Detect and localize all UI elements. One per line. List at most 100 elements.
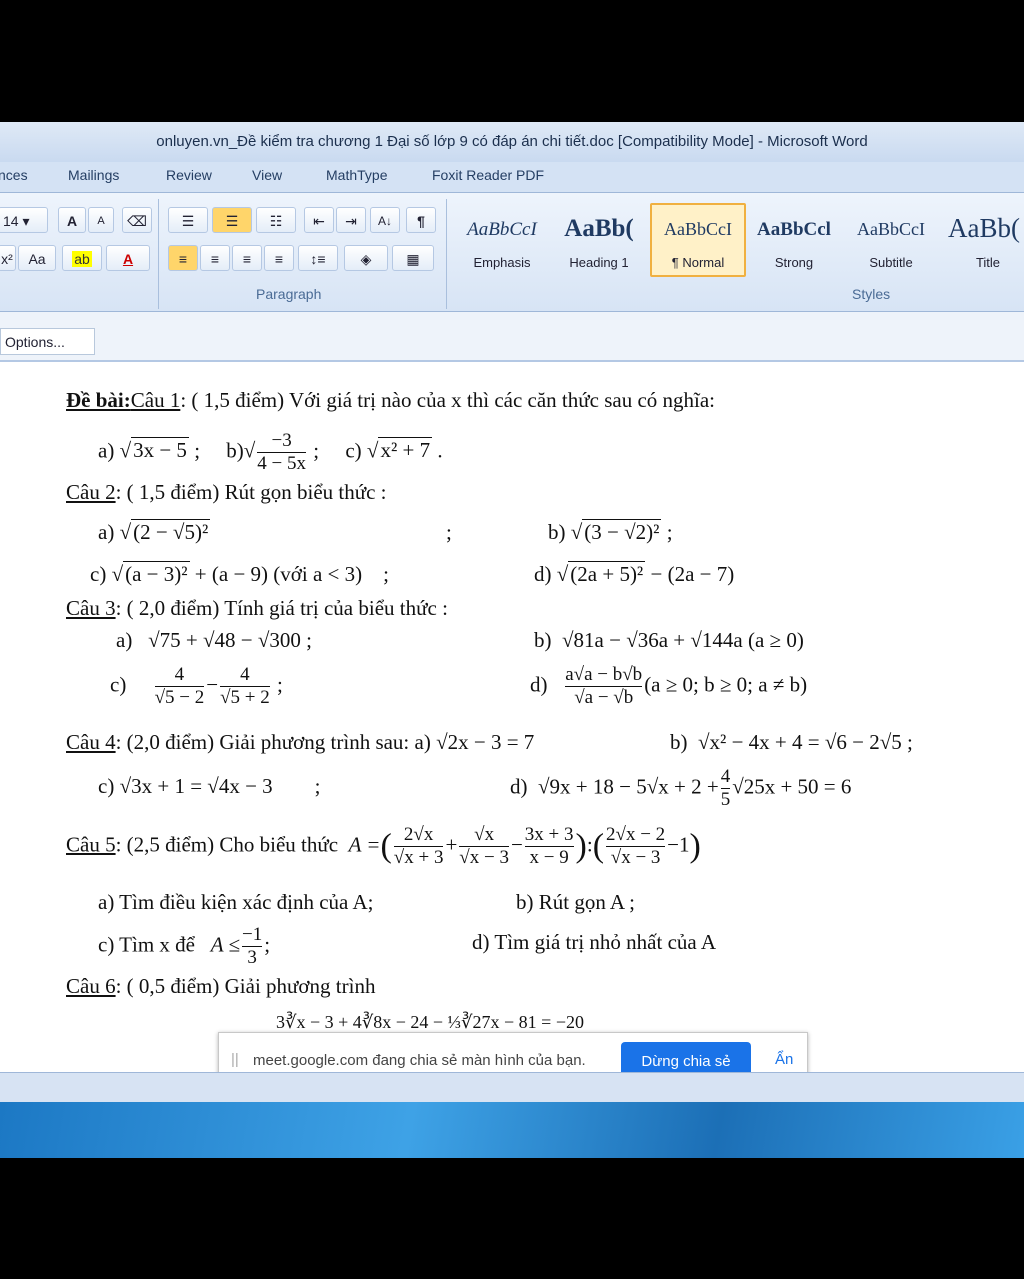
fraction: −1 3 — [242, 924, 263, 969]
formula: √3x + 1 = √4x − 3 — [119, 774, 273, 798]
question-4: Câu 4: (2,0 điểm) Giải phương trình sau:… — [66, 730, 534, 755]
ribbon-tabs: nces Mailings Review View MathType Foxit… — [0, 162, 1024, 193]
denominator: √5 − 2 — [154, 687, 205, 708]
question-label: Câu 3 — [66, 596, 116, 620]
tab-references[interactable]: nces — [0, 167, 28, 183]
tab-foxit[interactable]: Foxit Reader PDF — [432, 167, 544, 183]
formula: (3 − √2)² — [582, 519, 662, 544]
formula: A ≤ — [210, 932, 240, 957]
denominator: 5 — [720, 789, 731, 810]
style-name: Subtitle — [869, 255, 913, 270]
tab-review[interactable]: Review — [166, 167, 212, 183]
fraction: √x √x − 3 — [459, 824, 509, 869]
change-case-button[interactable]: Aa — [18, 245, 56, 271]
bullets-button[interactable]: ☰ — [168, 207, 208, 233]
style-heading-1[interactable]: AaBb( Heading 1 — [553, 207, 645, 287]
numerator: 3x + 3 — [524, 824, 574, 847]
question-6-equation: 3∛x − 3 + 4∛8x − 24 − ⅓∛27x − 81 = −20 — [276, 1012, 584, 1032]
font-size-select[interactable]: 14 ▾ — [0, 207, 48, 233]
align-center-button[interactable]: ≡ — [200, 245, 230, 271]
numbered-list-icon: ☰ — [225, 213, 239, 229]
question-5b: b) Rút gọn A ; — [516, 890, 636, 914]
show-marks-button[interactable]: ¶ — [406, 207, 436, 233]
style-preview: AaBb( — [564, 215, 634, 242]
style-title[interactable]: AaBb( Title — [942, 207, 1024, 287]
question-text: : (2,0 điểm) Giải phương trình sau: a) — [115, 730, 431, 754]
increase-indent-button[interactable]: ⇥ — [336, 207, 366, 233]
multilevel-list-button[interactable]: ☷ — [256, 207, 296, 233]
numerator: −1 — [242, 924, 263, 947]
style-emphasis[interactable]: AaBbCcI Emphasis — [456, 207, 548, 287]
share-notice-text: meet.google.com đang chia sẻ màn hình củ… — [253, 1052, 586, 1069]
fraction: a√a − b√b √a − √b — [565, 664, 643, 709]
formula: (2 − √5)² — [131, 519, 211, 544]
taskbar — [0, 1102, 1024, 1158]
superscript-button[interactable]: x² — [0, 245, 16, 271]
tab-mailings[interactable]: Mailings — [68, 167, 119, 183]
line-spacing-button[interactable]: ↕≡ — [298, 245, 338, 271]
style-strong[interactable]: AaBbCcl Strong — [748, 207, 840, 287]
formula: (a − 3)² — [123, 561, 190, 586]
question-5c: c) Tìm x để A ≤ −1 3; — [98, 924, 271, 969]
formula: √2x − 3 = 7 — [436, 730, 535, 754]
shrink-font-button[interactable]: A — [88, 207, 114, 233]
question-2: Câu 2: ( 1,5 điểm) Rút gọn biểu thức : — [66, 480, 387, 505]
style-normal[interactable]: AaBbCcI ¶ Normal — [650, 203, 746, 277]
numerator: 4 — [154, 664, 205, 687]
question-text: : ( 1,5 điểm) Với giá trị nào của x thì … — [180, 388, 716, 412]
grow-font-button[interactable]: A — [58, 207, 86, 233]
font-size-value: 14 — [3, 213, 19, 229]
outdent-icon: ⇤ — [313, 213, 325, 229]
ribbon: 14 ▾ A A ⌫ x² Aa ab A ☰ ☰ ☷ ⇤ ⇥ A↓ ¶ ≡ ≡… — [0, 193, 1024, 312]
question-4d: d) √9x + 18 − 5√x + 2 +4 5 √25x + 50 = 6 — [510, 766, 852, 811]
style-preview: AaBb( — [948, 213, 1020, 243]
tab-view[interactable]: View — [252, 167, 282, 183]
fraction: 4 √5 + 2 — [220, 664, 270, 709]
question-text: : ( 2,0 điểm) Tính giá trị của biểu thức… — [115, 596, 448, 620]
borders-button[interactable]: ▦ — [392, 245, 434, 271]
fraction: 45 — [720, 766, 731, 811]
question-text: : ( 0,5 điểm) Giải phương trình — [115, 974, 376, 998]
multilevel-list-icon: ☷ — [269, 213, 283, 229]
formula: √81a − √36a + √144a (a ≥ 0) — [562, 628, 804, 652]
options-button[interactable]: Options... — [0, 328, 95, 355]
question-3: Câu 3: ( 2,0 điểm) Tính giá trị của biểu… — [66, 596, 448, 621]
hide-button[interactable]: Ẩn — [775, 1051, 793, 1068]
tab-mathtype[interactable]: MathType — [326, 167, 387, 183]
question-2a: a) √(2 − √5)² — [98, 519, 211, 544]
question-3a: a) √75 + √48 − √300 ; — [116, 628, 312, 652]
style-preview: AaBbCcI — [467, 219, 537, 240]
question-3c: c) 4 √5 − 2−4 √5 + 2 ; — [110, 664, 283, 709]
fraction: 2√x − 2 √x − 3 — [606, 824, 666, 869]
decrease-indent-button[interactable]: ⇤ — [304, 207, 334, 233]
question-6: Câu 6: ( 0,5 điểm) Giải phương trình — [66, 974, 375, 999]
sort-button[interactable]: A↓ — [370, 207, 400, 233]
question-3b: b) √81a − √36a + √144a (a ≥ 0) — [534, 628, 804, 652]
justify-button[interactable]: ≡ — [264, 245, 294, 271]
numerator: 2√x − 2 — [606, 824, 666, 847]
clear-format-button[interactable]: ⌫ — [122, 207, 152, 233]
denominator: √x + 3 — [393, 847, 444, 868]
drag-handle-icon[interactable]: || — [231, 1051, 239, 1068]
align-left-button[interactable]: ≡ — [168, 245, 198, 271]
highlight-button[interactable]: ab — [62, 245, 102, 271]
formula: √9x + 18 − 5√x + 2 + — [538, 774, 719, 799]
question-text: : ( 1,5 điểm) Rút gọn biểu thức : — [115, 480, 387, 504]
style-preview: AaBbCcI — [664, 219, 732, 239]
numbering-button[interactable]: ☰ — [212, 207, 252, 233]
shading-button[interactable]: ◈ — [344, 245, 388, 271]
separator-text: ; — [446, 520, 452, 544]
border-icon: ▦ — [406, 251, 420, 267]
denominator: 4 − 5x — [257, 453, 307, 474]
question-2c: c) √(a − 3)² + (a − 9) (với a < 3) ; — [90, 561, 389, 586]
font-color-button[interactable]: A — [106, 245, 150, 271]
denominator: √x − 3 — [610, 847, 661, 868]
superscript-icon: x² — [1, 251, 13, 267]
align-right-button[interactable]: ≡ — [232, 245, 262, 271]
formula-tail: + (a − 9) (với a < 3) — [194, 562, 363, 586]
numerator: √x — [459, 824, 509, 847]
numerator: a√a − b√b — [565, 664, 643, 687]
status-bar — [0, 1072, 1024, 1103]
style-subtitle[interactable]: AaBbCcI Subtitle — [845, 207, 937, 287]
question-5: Câu 5: (2,5 điểm) Cho biểu thức A =(2√x √… — [66, 824, 701, 869]
